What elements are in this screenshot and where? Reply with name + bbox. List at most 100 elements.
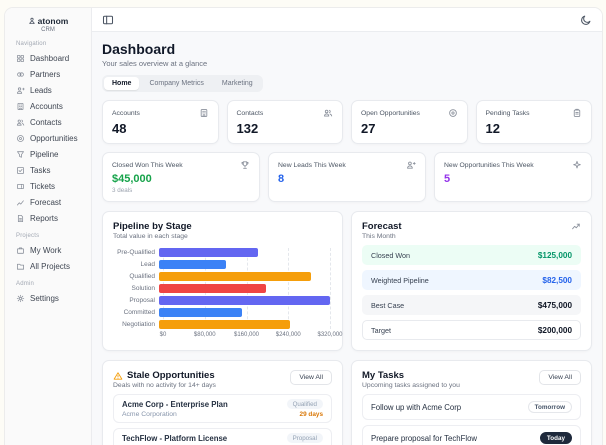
- moon-icon[interactable]: [580, 14, 592, 26]
- stat-label: Open Opportunities: [361, 109, 420, 117]
- chart-bar: [159, 260, 226, 269]
- sidebar-item-label: All Projects: [30, 261, 71, 271]
- dashboard-icon: [16, 54, 25, 63]
- stale-title: Stale Opportunities: [127, 370, 215, 381]
- task-list: Follow up with Acme Corp Tomorrow Prepar…: [362, 394, 581, 445]
- users-icon: [323, 108, 333, 118]
- sidebar-item[interactable]: Leads: [5, 82, 91, 98]
- stale-opportunity-row[interactable]: TechFlow - Platform License TechFlow Sol…: [113, 428, 332, 445]
- forecast-row: Best Case $475,000: [362, 295, 581, 315]
- sidebar-nav: Navigation Dashboard Partners Leads Acco…: [5, 41, 91, 306]
- partners-icon: [16, 70, 25, 79]
- sidebar-item[interactable]: My Work: [5, 242, 91, 258]
- sidebar: atonom CRM Navigation Dashboard Partners…: [5, 8, 92, 445]
- highlight-card: New Leads This Week 8: [268, 152, 426, 202]
- sidebar-item[interactable]: Accounts: [5, 98, 91, 114]
- nav-section: Projects My Work All Projects: [5, 233, 91, 274]
- sidebar-item[interactable]: All Projects: [5, 258, 91, 274]
- task-due-badge: Today: [539, 432, 572, 444]
- nav-section-items: Dashboard Partners Leads Accounts Contac…: [5, 50, 91, 226]
- chart-track: [159, 296, 330, 305]
- pipeline-rows: Pre-Qualified Lead Qualified Solution Propos…: [113, 248, 332, 329]
- task-row[interactable]: Follow up with Acme Corp Tomorrow: [362, 394, 581, 420]
- stat-card-header: Accounts: [112, 108, 209, 118]
- forecast-subtitle: This Month: [362, 233, 396, 240]
- bottom-row: Stale Opportunities Deals with no activi…: [102, 360, 592, 445]
- task-name: Follow up with Acme Corp: [371, 402, 462, 412]
- chart-row: Pre-Qualified: [113, 248, 332, 257]
- sidebar-item[interactable]: Pipeline: [5, 146, 91, 162]
- nav-section-label: Navigation: [16, 41, 47, 47]
- tasks-view-all-button[interactable]: View All: [539, 370, 581, 385]
- sidebar-item-label: Dashboard: [30, 53, 70, 63]
- highlight-card: Closed Won This Week $45,000 3 deals: [102, 152, 260, 202]
- reports-icon: [16, 214, 25, 223]
- days-stale: 29 days: [299, 411, 323, 418]
- chart-row: Negotiation: [113, 320, 332, 329]
- chart-track: [159, 284, 330, 293]
- forecast-row-label: Weighted Pipeline: [371, 275, 429, 285]
- chart-bar: [159, 320, 290, 329]
- pipeline-title: Pipeline by Stage: [113, 221, 192, 232]
- sparkle-icon: [572, 160, 582, 170]
- stat-card: Accounts 48: [102, 100, 219, 144]
- tab-label: Company Metrics: [149, 80, 204, 87]
- forecast-header: Forecast This Month: [362, 221, 581, 240]
- leads-icon: [16, 86, 25, 95]
- opportunities-icon: [16, 134, 25, 143]
- sidebar-item[interactable]: Reports: [5, 210, 91, 226]
- sidebar-item-label: Partners: [30, 69, 61, 79]
- stale-opportunity-row[interactable]: Acme Corp - Enterprise Plan Acme Corpora…: [113, 394, 332, 423]
- chart-bar: [159, 284, 266, 293]
- page-title: Dashboard: [102, 41, 176, 57]
- chart-track: [159, 272, 330, 281]
- sidebar-item[interactable]: Partners: [5, 66, 91, 82]
- page-content: Dashboard Your sales overview at a glanc…: [92, 32, 602, 445]
- sidebar-item[interactable]: Dashboard: [5, 50, 91, 66]
- sidebar-item[interactable]: Contacts: [5, 114, 91, 130]
- opportunity-company: Acme Corporation: [122, 410, 177, 418]
- forecast-row: Target $200,000: [362, 320, 581, 340]
- sidebar-item[interactable]: Tasks: [5, 162, 91, 178]
- chart-ylabel: Committed: [123, 309, 155, 316]
- chart-xtick: $80,000: [193, 332, 216, 338]
- tasks-header: My Tasks Upcoming tasks assigned to you …: [362, 370, 581, 389]
- stat-label: Accounts: [112, 109, 140, 117]
- stat-value: 132: [236, 121, 259, 136]
- panel-toggle-icon[interactable]: [102, 14, 114, 26]
- building-icon: [199, 108, 209, 118]
- stale-list: Acme Corp - Enterprise Plan Acme Corpora…: [113, 394, 332, 445]
- forecast-title: Forecast: [362, 221, 402, 232]
- tab[interactable]: Marketing: [214, 77, 261, 90]
- topbar: [92, 8, 602, 32]
- highlight-card-header: New Opportunities This Week: [444, 160, 582, 170]
- sidebar-item-label: My Work: [30, 245, 62, 255]
- stat-card-header: Open Opportunities: [361, 108, 458, 118]
- stat-card: Open Opportunities 27: [351, 100, 468, 144]
- task-row[interactable]: Prepare proposal for TechFlow Today: [362, 425, 581, 445]
- chart-ylabel: Lead: [140, 261, 155, 268]
- sidebar-item[interactable]: Forecast: [5, 194, 91, 210]
- pipeline-subtitle: Total value in each stage: [113, 233, 188, 240]
- tab[interactable]: Home: [104, 77, 140, 90]
- sidebar-item[interactable]: Opportunities: [5, 130, 91, 146]
- sidebar-item[interactable]: Tickets: [5, 178, 91, 194]
- tab[interactable]: Company Metrics: [141, 77, 211, 90]
- stale-view-all-button[interactable]: View All: [290, 370, 332, 385]
- tickets-icon: [16, 182, 25, 191]
- chart-bar: [159, 272, 312, 281]
- chart-ylabel: Solution: [131, 285, 156, 292]
- forecast-row-label: Target: [371, 325, 391, 335]
- tasks-subtitle: Upcoming tasks assigned to you: [362, 382, 460, 389]
- sidebar-item[interactable]: Settings: [5, 290, 91, 306]
- sidebar-item-label: Opportunities: [30, 133, 78, 143]
- user-plus-icon: [406, 160, 416, 170]
- chart-xtick: $160,000: [233, 332, 260, 338]
- sidebar-item-label: Forecast: [30, 197, 62, 207]
- chart-bar: [159, 248, 258, 257]
- stats-row: Accounts 48 Contacts 132 Open Opportunit…: [102, 100, 592, 144]
- chart-xtick: $320,000: [317, 332, 343, 338]
- page-subtitle: Your sales overview at a glance: [102, 59, 208, 68]
- highlight-card: New Opportunities This Week 5: [434, 152, 592, 202]
- nav-section: Navigation Dashboard Partners Leads Acco…: [5, 41, 91, 226]
